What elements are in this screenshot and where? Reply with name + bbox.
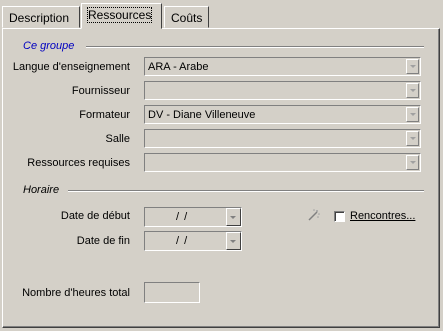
chevron-down-icon[interactable]: [406, 155, 419, 170]
group-separator: [68, 190, 424, 192]
formateur-value: DV - Diane Villeneuve: [148, 109, 256, 121]
tab-ressources[interactable]: Ressources: [81, 3, 162, 29]
date-fin-value: / /: [176, 235, 189, 247]
tab-description-label: Description: [9, 11, 70, 25]
salle-select[interactable]: [144, 129, 421, 148]
calendar-dropdown-button[interactable]: [226, 232, 241, 250]
chevron-down-icon[interactable]: [406, 59, 419, 74]
date-fin-label: Date de fin: [76, 235, 130, 247]
date-debut-field[interactable]: / /: [144, 207, 242, 227]
langue-select[interactable]: ARA - Arabe: [144, 57, 421, 76]
date-fin-field[interactable]: / /: [144, 231, 242, 251]
chevron-down-icon[interactable]: [406, 131, 419, 146]
chevron-down-icon[interactable]: [406, 107, 419, 122]
fournisseur-select[interactable]: [144, 81, 421, 100]
wand-icon[interactable]: [305, 207, 321, 223]
group-separator: [86, 46, 424, 48]
salle-label: Salle: [105, 133, 130, 145]
langue-value: ARA - Arabe: [148, 61, 209, 73]
group-title-ce-groupe: Ce groupe: [23, 40, 75, 52]
heures-field[interactable]: [144, 282, 200, 303]
tab-couts[interactable]: Coûts: [164, 6, 209, 28]
ressources-label: Ressources requises: [27, 157, 130, 169]
langue-label: Langue d'enseignement: [12, 61, 130, 73]
chevron-down-icon[interactable]: [406, 83, 419, 98]
tab-strip: Description Ressources Coûts: [0, 0, 443, 30]
fournisseur-label: Fournisseur: [71, 85, 130, 97]
rencontres-link[interactable]: Rencontres...: [350, 210, 415, 222]
ressources-select[interactable]: [144, 153, 421, 172]
group-title-horaire: Horaire: [23, 184, 60, 196]
formateur-select[interactable]: DV - Diane Villeneuve: [144, 105, 421, 124]
formateur-label: Formateur: [79, 109, 130, 121]
date-debut-label: Date de début: [60, 210, 130, 222]
date-debut-value: / /: [176, 211, 189, 223]
tab-description[interactable]: Description: [2, 6, 80, 28]
tab-couts-label: Coûts: [171, 11, 203, 25]
rencontres-checkbox[interactable]: [334, 211, 345, 222]
heures-label: Nombre d'heures total: [22, 287, 130, 299]
tab-ressources-label: Ressources: [86, 7, 153, 23]
calendar-dropdown-button[interactable]: [226, 208, 241, 226]
